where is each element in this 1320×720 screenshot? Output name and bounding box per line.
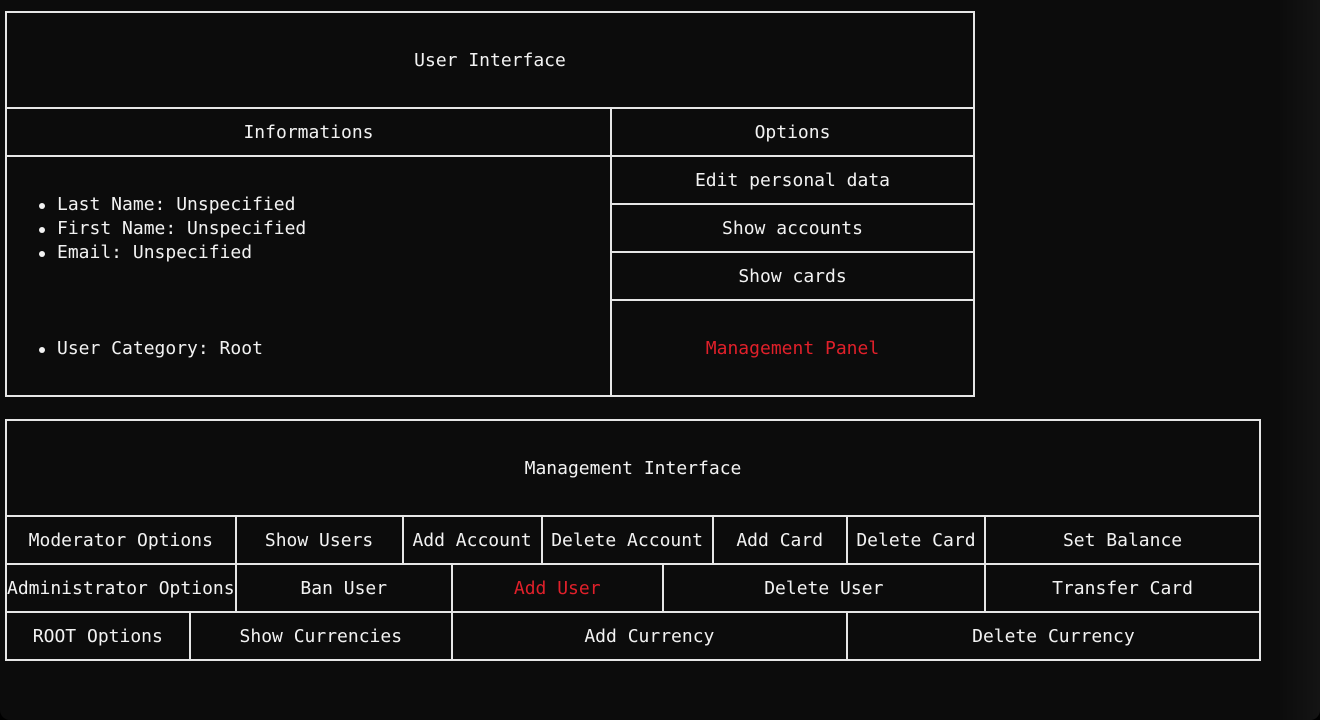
- show-cards-option[interactable]: Show cards: [610, 251, 975, 301]
- user-category-item: User Category: Root: [37, 337, 263, 361]
- add-user-button[interactable]: Add User: [450, 563, 664, 613]
- management-interface-title: Management Interface: [5, 419, 1261, 517]
- informations-header: Informations: [5, 107, 612, 157]
- terminal-screen: User Interface Informations Options Last…: [0, 0, 1320, 720]
- add-currency-button[interactable]: Add Currency: [450, 611, 848, 661]
- add-card-button[interactable]: Add Card: [711, 515, 848, 565]
- root-options-label: ROOT Options: [5, 611, 191, 661]
- delete-currency-button[interactable]: Delete Currency: [845, 611, 1262, 661]
- edit-personal-data-option[interactable]: Edit personal data: [610, 155, 975, 205]
- administrator-options-label: Administrator Options: [5, 563, 237, 613]
- transfer-card-button[interactable]: Transfer Card: [984, 563, 1261, 613]
- user-interface-title: User Interface: [5, 11, 975, 109]
- email-item: Email: Unspecified: [37, 241, 306, 265]
- user-info-list: Last Name: Unspecified First Name: Unspe…: [37, 193, 306, 265]
- set-balance-button[interactable]: Set Balance: [984, 515, 1261, 565]
- ban-user-button[interactable]: Ban User: [234, 563, 453, 613]
- options-header: Options: [610, 107, 975, 157]
- moderator-options-label: Moderator Options: [5, 515, 237, 565]
- window-edge: [1280, 0, 1320, 720]
- user-category-list: User Category: Root: [37, 337, 263, 361]
- add-account-button[interactable]: Add Account: [401, 515, 543, 565]
- show-users-button[interactable]: Show Users: [234, 515, 404, 565]
- show-accounts-option[interactable]: Show accounts: [610, 203, 975, 253]
- user-info-panel: Last Name: Unspecified First Name: Unspe…: [5, 155, 612, 397]
- user-interface-table: User Interface Informations Options Last…: [5, 11, 975, 397]
- management-interface-table: Management Interface Moderator Options S…: [5, 419, 1262, 661]
- delete-user-button[interactable]: Delete User: [661, 563, 987, 613]
- management-panel-option[interactable]: Management Panel: [610, 299, 975, 397]
- delete-account-button[interactable]: Delete Account: [540, 515, 714, 565]
- first-name-item: First Name: Unspecified: [37, 217, 306, 241]
- last-name-item: Last Name: Unspecified: [37, 193, 306, 217]
- show-currencies-button[interactable]: Show Currencies: [188, 611, 453, 661]
- delete-card-button[interactable]: Delete Card: [845, 515, 987, 565]
